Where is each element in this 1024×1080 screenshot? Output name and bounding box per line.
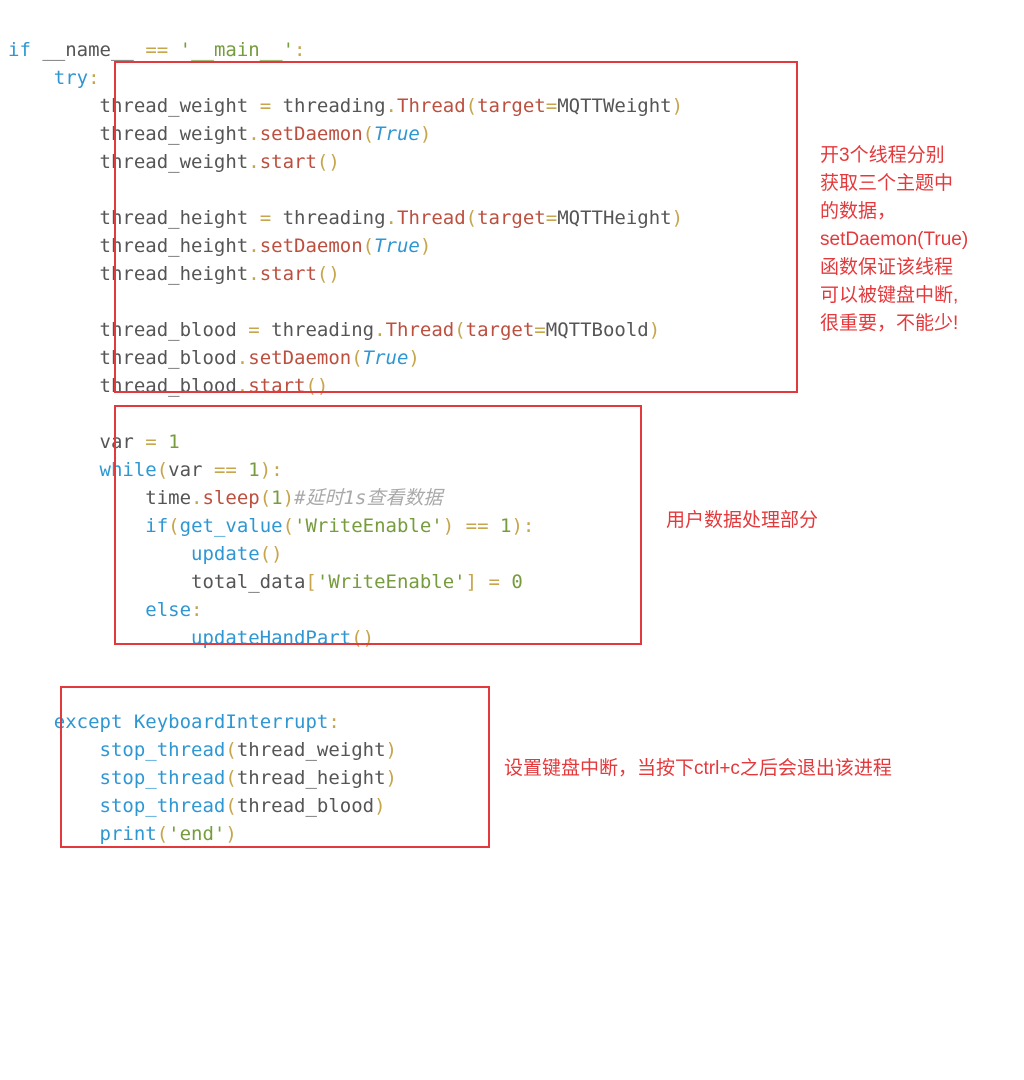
code-block: if __name__ == '__main__': try: thread_w…	[8, 8, 1016, 1072]
kw-try: try	[54, 67, 88, 89]
kw-except: except	[54, 711, 123, 733]
annotation-except: 设置键盘中断，当按下ctrl+c之后会退出该进程	[504, 755, 892, 783]
annotation-threads: 开3个线程分别 获取三个主题中 的数据， setDaemon(True) 函数保…	[820, 142, 1000, 338]
annotation-loop: 用户数据处理部分	[666, 507, 818, 535]
kw-if: if	[8, 39, 31, 61]
